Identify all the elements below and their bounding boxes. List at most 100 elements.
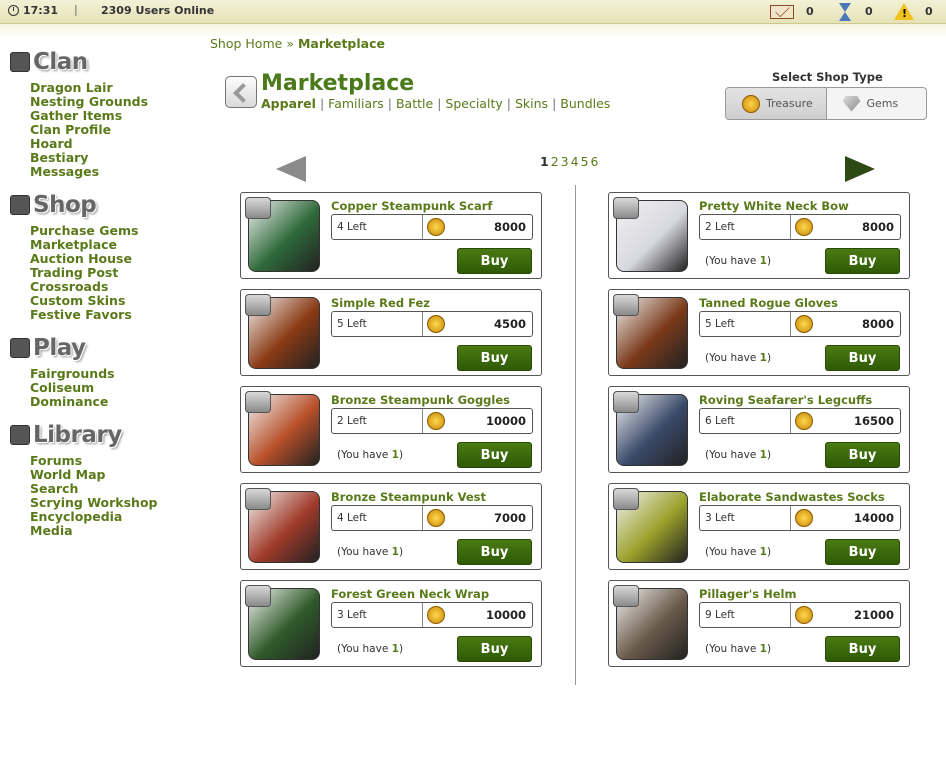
nav-separator: | — [387, 96, 392, 111]
users-online[interactable]: 2309 Users Online — [101, 4, 214, 17]
mail-icon[interactable] — [770, 5, 794, 19]
item-price: 21000 — [853, 608, 894, 622]
item-name[interactable]: Forest Green Neck Wrap — [331, 587, 489, 601]
previous-page-arrow-icon[interactable] — [276, 156, 306, 182]
sidebar-item-scrying-workshop[interactable]: Scrying Workshop — [30, 496, 200, 510]
sidebar-heading[interactable]: Shop — [10, 191, 200, 219]
item-name[interactable]: Copper Steampunk Scarf — [331, 199, 492, 213]
sidebar-item-messages[interactable]: Messages — [30, 165, 200, 179]
page-link-5[interactable]: 5 — [581, 154, 589, 169]
gems-shop-button[interactable]: Gems — [827, 88, 927, 119]
sidebar-item-hoard[interactable]: Hoard — [30, 137, 200, 151]
buy-button[interactable]: Buy — [825, 539, 900, 565]
item-name[interactable]: Elaborate Sandwastes Socks — [699, 490, 885, 504]
tab-bundles[interactable]: Bundles — [560, 96, 610, 111]
sidebar-item-dominance[interactable]: Dominance — [30, 395, 200, 409]
category-nav: Apparel | Familiars | Battle | Specialty | Skins… — [261, 96, 610, 111]
treasure-shop-button[interactable]: Treasure — [726, 88, 827, 119]
sidebar-item-nesting-grounds[interactable]: Nesting Grounds — [30, 95, 200, 109]
next-page-arrow-icon[interactable] — [845, 156, 875, 182]
item-card: Roving Seafarer's Legcuffs 6 Left 16500 (Yo… — [608, 386, 910, 473]
nav-separator: | — [437, 96, 442, 111]
owned-number: 1 — [759, 449, 767, 461]
sidebar-heading[interactable]: Clan — [10, 48, 200, 76]
sidebar-item-forums[interactable]: Forums — [30, 454, 200, 468]
item-image[interactable] — [613, 488, 688, 563]
page-link-6[interactable]: 6 — [591, 154, 599, 169]
buy-button[interactable]: Buy — [825, 248, 900, 274]
sidebar-item-search[interactable]: Search — [30, 482, 200, 496]
sidebar-item-dragon-lair[interactable]: Dragon Lair — [30, 81, 200, 95]
buy-button[interactable]: Buy — [457, 345, 532, 371]
server-time: 17:31 — [23, 4, 59, 17]
item-name[interactable]: Bronze Steampunk Goggles — [331, 393, 510, 407]
sidebar-item-purchase-gems[interactable]: Purchase Gems — [30, 224, 200, 238]
sidebar-item-auction-house[interactable]: Auction House — [30, 252, 200, 266]
sidebar-item-gather-items[interactable]: Gather Items — [30, 109, 200, 123]
item-name[interactable]: Roving Seafarer's Legcuffs — [699, 393, 872, 407]
back-button[interactable] — [225, 76, 257, 108]
item-image[interactable] — [245, 197, 320, 272]
tab-apparel[interactable]: Apparel — [261, 96, 316, 111]
buy-button[interactable]: Buy — [457, 539, 532, 565]
sidebar-item-world-map[interactable]: World Map — [30, 468, 200, 482]
item-image[interactable] — [613, 294, 688, 369]
sidebar-item-custom-skins[interactable]: Custom Skins — [30, 294, 200, 308]
buy-button[interactable]: Buy — [825, 442, 900, 468]
sidebar-item-marketplace[interactable]: Marketplace — [30, 238, 200, 252]
sidebar-item-bestiary[interactable]: Bestiary — [30, 151, 200, 165]
tab-specialty[interactable]: Specialty — [445, 96, 502, 111]
buy-button[interactable]: Buy — [457, 636, 532, 662]
tab-skins[interactable]: Skins — [515, 96, 548, 111]
item-card: Pillager's Helm 9 Left 21000 (You have 1) Bu… — [608, 580, 910, 667]
hourglass-icon[interactable] — [839, 3, 851, 21]
item-image[interactable] — [245, 488, 320, 563]
page-link-2[interactable]: 2 — [551, 154, 559, 169]
owned-number: 1 — [391, 546, 399, 558]
sidebar-heading-label: Shop — [33, 192, 97, 218]
owned-count: (You have 1) — [705, 643, 772, 655]
price-box: 6 Left 16500 — [699, 408, 901, 434]
buy-button[interactable]: Buy — [825, 636, 900, 662]
sidebar-item-encyclopedia[interactable]: Encyclopedia — [30, 510, 200, 524]
sidebar-item-crossroads[interactable]: Crossroads — [30, 280, 200, 294]
item-card: Copper Steampunk Scarf 4 Left 8000 Buy — [240, 192, 542, 279]
tab-familiars[interactable]: Familiars — [328, 96, 384, 111]
sidebar-item-trading-post[interactable]: Trading Post — [30, 266, 200, 280]
item-image[interactable] — [245, 294, 320, 369]
treasure-coin-icon — [795, 412, 813, 430]
item-image[interactable] — [613, 197, 688, 272]
sidebar-item-clan-profile[interactable]: Clan Profile — [30, 123, 200, 137]
tab-battle[interactable]: Battle — [396, 96, 433, 111]
sidebar-item-fairgrounds[interactable]: Fairgrounds — [30, 367, 200, 381]
nav-separator: | — [552, 96, 557, 111]
page-link-3[interactable]: 3 — [561, 154, 569, 169]
item-image[interactable] — [245, 585, 320, 660]
play-icon — [10, 338, 30, 358]
item-image[interactable] — [245, 391, 320, 466]
item-name[interactable]: Bronze Steampunk Vest — [331, 490, 486, 504]
hourglass-count: 0 — [865, 5, 873, 18]
item-image[interactable] — [613, 391, 688, 466]
item-name[interactable]: Pretty White Neck Bow — [699, 199, 849, 213]
sidebar-heading[interactable]: Library — [10, 421, 200, 449]
breadcrumb-home[interactable]: Shop Home — [210, 36, 282, 51]
sidebar-item-media[interactable]: Media — [30, 524, 200, 538]
buy-button[interactable]: Buy — [825, 345, 900, 371]
alert-icon[interactable] — [894, 3, 914, 21]
page-link-1[interactable]: 1 — [540, 154, 549, 169]
sidebar-section-play: Play Fairgrounds Coliseum Dominance — [10, 334, 200, 409]
item-image[interactable] — [613, 585, 688, 660]
treasure-coin-icon — [427, 606, 445, 624]
item-name[interactable]: Tanned Rogue Gloves — [699, 296, 838, 310]
price-box: 3 Left 14000 — [699, 505, 901, 531]
sidebar-item-coliseum[interactable]: Coliseum — [30, 381, 200, 395]
buy-button[interactable]: Buy — [457, 442, 532, 468]
sidebar-item-festive-favors[interactable]: Festive Favors — [30, 308, 200, 322]
page-link-4[interactable]: 4 — [571, 154, 579, 169]
buy-button[interactable]: Buy — [457, 248, 532, 274]
item-name[interactable]: Pillager's Helm — [699, 587, 796, 601]
item-name[interactable]: Simple Red Fez — [331, 296, 430, 310]
gear-badge-icon — [613, 488, 639, 510]
sidebar-heading[interactable]: Play — [10, 334, 200, 362]
